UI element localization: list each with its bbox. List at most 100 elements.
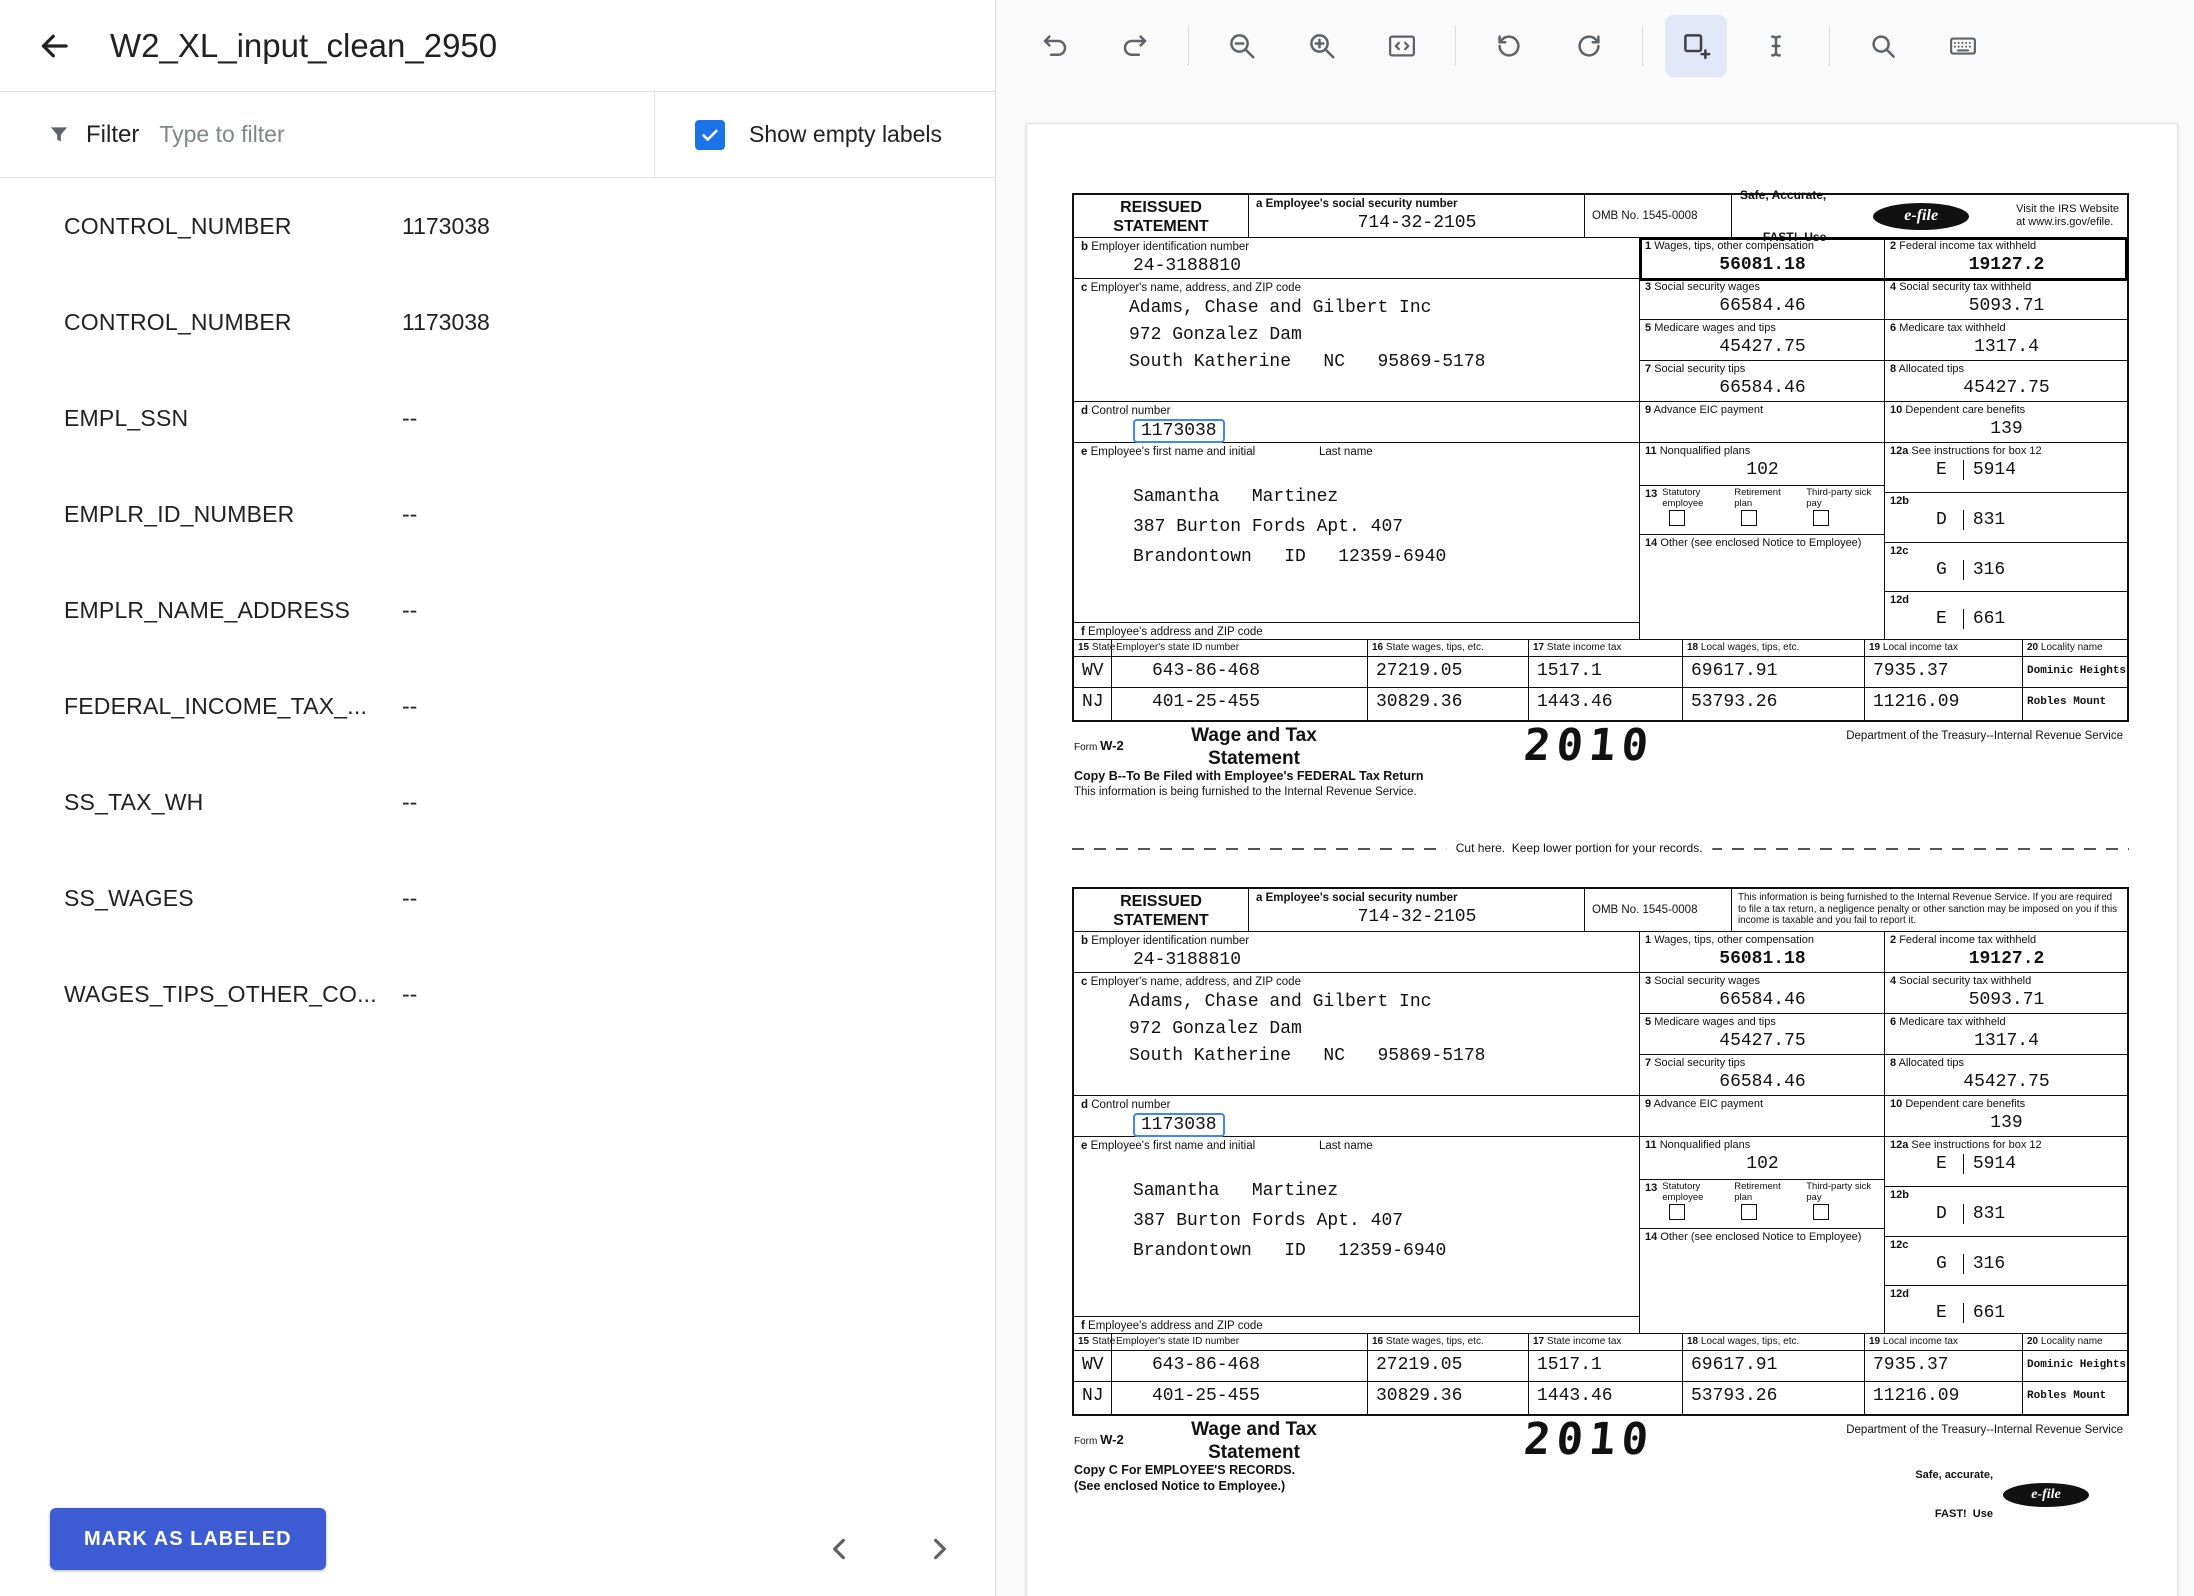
field-value: -- (402, 501, 417, 528)
state-row: NJ 401-25-455 30829.36 1443.46 53793.26 … (1074, 688, 2127, 720)
previous-document-button[interactable] (818, 1527, 862, 1571)
cut-text: Cut here. Keep lower portion for your re… (1446, 841, 1713, 855)
reissued-statement: REISSUED STATEMENT (1074, 195, 1249, 237)
form-footer: Form W-2 Wage and Tax Statement 2010 Dep… (1072, 722, 2129, 806)
state-local-table: 15 State Employer's state ID number 16 S… (1074, 640, 2127, 720)
box-14-other: 14 Other (see enclosed Notice to Employe… (1640, 535, 1884, 640)
show-empty-labels-toggle[interactable]: Show empty labels (695, 92, 942, 177)
filter-icon (46, 122, 72, 148)
document-canvas[interactable]: REISSUED STATEMENT a Employee's social s… (996, 92, 2194, 1596)
form-footer: Form W-2 Wage and Tax Statement 2010 Dep… (1072, 1416, 2129, 1500)
label-field-row[interactable]: CONTROL_NUMBER 1173038 (0, 274, 995, 370)
box-6-medicare-tax: 6 Medicare tax withheld 1317.4 (1885, 1014, 2127, 1055)
box-5-medicare-wages: 5 Medicare wages and tips 45427.75 (1640, 320, 1884, 361)
ein-value: 24-3188810 (1133, 950, 1633, 970)
field-label: WAGES_TIPS_OTHER_CO... (64, 981, 402, 1008)
omb-number: OMB No. 1545-0008 (1585, 195, 1732, 237)
box-4-ss-tax: 4 Social security tax withheld 5093.71 (1885, 279, 2127, 320)
control-number-annotation[interactable]: 1173038 (1133, 419, 1225, 443)
third-party-sick-pay-checkbox[interactable] (1813, 1204, 1829, 1220)
efile-logo: e-file (1873, 203, 1969, 230)
zoom-out-button[interactable] (1211, 15, 1273, 77)
label-field-row[interactable]: FEDERAL_INCOME_TAX_... -- (0, 658, 995, 754)
state-local-table: 15 State Employer's state ID number 16 S… (1074, 1334, 2127, 1414)
box-14-other: 14 Other (see enclosed Notice to Employe… (1640, 1229, 1884, 1334)
code-view-button[interactable] (1371, 15, 1433, 77)
w2-form: REISSUED STATEMENT a Employee's social s… (1072, 887, 2129, 1416)
chevron-left-icon (824, 1533, 856, 1565)
bounding-box-tool-button[interactable] (1665, 15, 1727, 77)
box-10-dependent-care: 10 Dependent care benefits 139 (1885, 402, 2127, 443)
control-number-annotation[interactable]: 1173038 (1133, 1113, 1225, 1137)
efile-promo-footer: Safe, accurate, FAST! Use e-file (1915, 1443, 2089, 1547)
field-value: 1173038 (402, 309, 490, 336)
retirement-plan-checkbox[interactable] (1741, 510, 1757, 526)
filter-input[interactable] (159, 121, 654, 148)
text-select-tool-button[interactable] (1745, 15, 1807, 77)
show-empty-labels-label: Show empty labels (749, 121, 942, 148)
label-field-row[interactable]: CONTROL_NUMBER 1173038 (0, 178, 995, 274)
checkbox-checked-icon[interactable] (695, 120, 725, 150)
control-number-box: d Control number 1173038 (1074, 1096, 1639, 1137)
third-party-sick-pay-checkbox[interactable] (1813, 510, 1829, 526)
label-field-row[interactable]: EMPLR_NAME_ADDRESS -- (0, 562, 995, 658)
statutory-employee-checkbox[interactable] (1669, 1204, 1685, 1220)
state-row: WV 643-86-468 27219.05 1517.1 69617.91 7… (1074, 657, 2127, 688)
label-panel: W2_XL_input_clean_2950 Filter Show empty… (0, 0, 996, 1596)
zoom-in-button[interactable] (1291, 15, 1353, 77)
search-button[interactable] (1852, 15, 1914, 77)
field-label: FEDERAL_INCOME_TAX_... (64, 693, 402, 720)
treasury-department-label: Department of the Treasury--Internal Rev… (1846, 1424, 2123, 1436)
rotate-left-button[interactable] (1478, 15, 1540, 77)
field-label: EMPLR_ID_NUMBER (64, 501, 402, 528)
statutory-employee-checkbox[interactable] (1669, 510, 1685, 526)
box-12b: 12b D831 (1885, 1187, 2127, 1237)
mark-as-labeled-button[interactable]: MARK AS LABELED (50, 1508, 326, 1570)
box-4-ss-tax: 4 Social security tax withheld 5093.71 (1885, 973, 2127, 1014)
employee-box: e Employee's first name and initial Last… (1074, 443, 1639, 640)
label-field-row[interactable]: EMPLR_ID_NUMBER -- (0, 466, 995, 562)
box-12a: 12a See instructions for box 12 E5914 (1885, 1137, 2127, 1187)
bounding-box-icon (1681, 31, 1711, 61)
label-field-row[interactable]: SS_WAGES -- (0, 850, 995, 946)
box-12b: 12b D831 (1885, 493, 2127, 543)
app-window: W2_XL_input_clean_2950 Filter Show empty… (0, 0, 2194, 1596)
label-field-row[interactable]: WAGES_TIPS_OTHER_CO... -- (0, 946, 995, 1042)
field-value: 1173038 (402, 213, 490, 240)
label-field-row[interactable]: SS_TAX_WH -- (0, 754, 995, 850)
field-value: -- (402, 789, 417, 816)
box-13-checkboxes: 13 Statutory employee Retirement plan Th… (1640, 486, 1884, 535)
box-12d: 12d E661 (1885, 1286, 2127, 1334)
box-12d: 12d E661 (1885, 592, 2127, 640)
employee-address-label: f Employee's address and ZIP code (1074, 1316, 1639, 1334)
box-1-wages: 1 Wages, tips, other compensation 56081.… (1640, 238, 1884, 279)
field-value: -- (402, 693, 417, 720)
box-2-federal-tax: 2 Federal income tax withheld 19127.2 (1885, 932, 2127, 973)
zoom-out-icon (1227, 31, 1257, 61)
box-8-allocated-tips: 8 Allocated tips 45427.75 (1885, 361, 2127, 402)
furnishing-notice: This information is being furnished to t… (1732, 889, 2127, 927)
undo-button[interactable] (1024, 15, 1086, 77)
box-9-advance-eic: 9 Advance EIC payment (1640, 1096, 1884, 1137)
page-title: W2_XL_input_clean_2950 (110, 27, 497, 65)
box-9-advance-eic: 9 Advance EIC payment (1640, 402, 1884, 443)
box-6-medicare-tax: 6 Medicare tax withheld 1317.4 (1885, 320, 2127, 361)
back-arrow-icon (36, 28, 72, 64)
toolbar-divider (1455, 26, 1456, 66)
toolbar-divider (1188, 26, 1189, 66)
ssn-value: 714-32-2105 (1256, 907, 1578, 927)
keyboard-shortcuts-button[interactable] (1932, 15, 1994, 77)
next-document-button[interactable] (917, 1527, 961, 1571)
label-field-row[interactable]: EMPL_SSN -- (0, 370, 995, 466)
field-label: SS_WAGES (64, 885, 402, 912)
toolbar-divider (1829, 26, 1830, 66)
label-field-list: CONTROL_NUMBER 1173038 CONTROL_NUMBER 11… (0, 178, 995, 1042)
employee-box: e Employee's first name and initial Last… (1074, 1137, 1639, 1334)
retirement-plan-checkbox[interactable] (1741, 1204, 1757, 1220)
redo-button[interactable] (1104, 15, 1166, 77)
box-8-allocated-tips: 8 Allocated tips 45427.75 (1885, 1055, 2127, 1096)
omb-number: OMB No. 1545-0008 (1585, 889, 1732, 931)
box-3-ss-wages: 3 Social security wages 66584.46 (1640, 279, 1884, 320)
rotate-right-button[interactable] (1558, 15, 1620, 77)
back-button[interactable] (30, 22, 78, 70)
